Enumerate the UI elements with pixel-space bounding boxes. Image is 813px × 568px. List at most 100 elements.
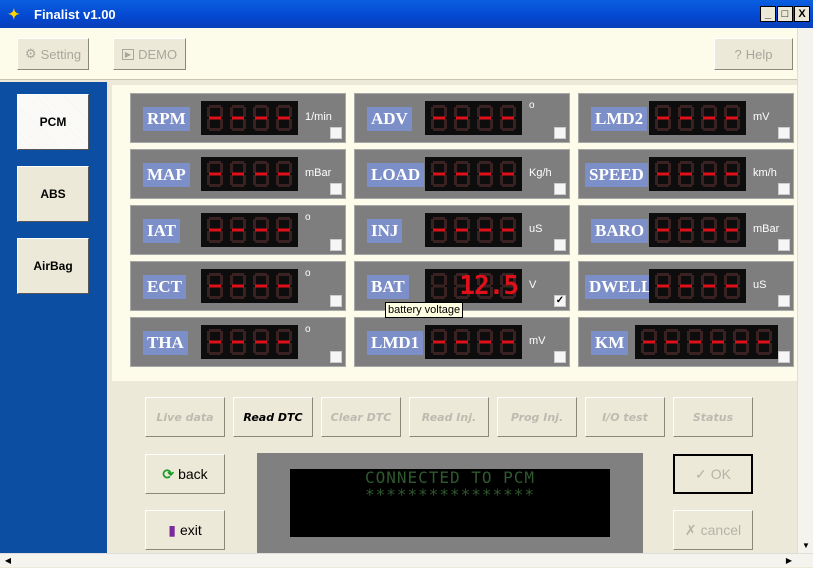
gauge-load: LOAD Kg/h xyxy=(354,149,570,199)
gauge-checkbox[interactable] xyxy=(554,183,566,195)
gauge-checkbox[interactable] xyxy=(778,239,790,251)
seven-segment-digit xyxy=(477,161,493,187)
digit-display xyxy=(201,101,298,135)
digit-display xyxy=(425,101,522,135)
lcd-line-1: CONNECTED TO PCM xyxy=(364,468,536,487)
gauge-checkbox[interactable] xyxy=(554,127,566,139)
gauge-checkbox[interactable] xyxy=(554,351,566,363)
gauge-label: SPEED xyxy=(585,163,648,187)
gauge-unit: mV xyxy=(529,335,546,347)
seven-segment-digit xyxy=(724,161,740,187)
function-live-data-button[interactable]: Live data xyxy=(145,397,225,437)
gauge-dwell: DWELL uS xyxy=(578,261,794,311)
digit-display xyxy=(201,157,298,191)
vertical-scrollbar[interactable]: ▼ xyxy=(797,28,813,553)
gauge-label: MAP xyxy=(143,163,190,187)
seven-segment-digit xyxy=(687,329,703,355)
gauge-label: BAT xyxy=(367,275,409,299)
seven-segment-digit xyxy=(724,105,740,131)
function-read-inj-button[interactable]: Read Inj. xyxy=(409,397,489,437)
function-read-dtc-button[interactable]: Read DTC xyxy=(233,397,313,437)
toolbar: ⚙ Setting ▶ DEMO ? Help xyxy=(0,28,813,80)
seven-segment-digit xyxy=(230,273,246,299)
function-status-button[interactable]: Status xyxy=(673,397,753,437)
setting-button[interactable]: ⚙ Setting xyxy=(17,38,89,70)
gauge-label: ADV xyxy=(367,107,412,131)
gauge-checkbox[interactable] xyxy=(330,239,342,251)
gauge-unit: km/h xyxy=(753,167,777,179)
gauge-checkbox[interactable] xyxy=(330,127,342,139)
cancel-x-icon: ✗ xyxy=(684,521,697,538)
scroll-right-arrow[interactable]: ▶ xyxy=(781,554,797,568)
gauge-checkbox[interactable] xyxy=(554,239,566,251)
gauge-checkbox[interactable] xyxy=(778,295,790,307)
play-icon: ▶ xyxy=(121,48,135,60)
digit-display xyxy=(649,101,746,135)
horizontal-scrollbar[interactable]: ◀ ▶ xyxy=(0,553,813,567)
back-button[interactable]: ⟳ back xyxy=(145,454,225,494)
seven-segment-digit xyxy=(207,161,223,187)
seven-segment-digit xyxy=(276,329,292,355)
module-airbag-button[interactable]: AirBag xyxy=(17,238,89,294)
gauge-unit: o xyxy=(529,100,535,111)
gauge-unit: V xyxy=(529,279,537,291)
gauge-lmd1: LMD1 mV xyxy=(354,317,570,367)
gauge-checkbox[interactable]: ✓ xyxy=(554,295,566,307)
gauge-unit: mV xyxy=(753,111,770,123)
gauge-label: LOAD xyxy=(367,163,425,187)
seven-segment-digit xyxy=(678,105,694,131)
seven-segment-digit xyxy=(500,161,516,187)
module-pcm-button[interactable]: PCM xyxy=(17,94,89,150)
seven-segment-digit xyxy=(253,105,269,131)
gauge-checkbox[interactable] xyxy=(778,351,790,363)
exit-door-icon: ▮ xyxy=(168,521,176,538)
seven-segment-digit xyxy=(641,329,657,355)
seven-segment-digit xyxy=(431,217,447,243)
exit-button[interactable]: ▮ exit xyxy=(145,510,225,550)
help-button[interactable]: ? Help xyxy=(714,38,793,70)
seven-segment-digit xyxy=(756,329,772,355)
seven-segment-digit xyxy=(678,217,694,243)
digit-display xyxy=(425,157,522,191)
minimize-button[interactable]: _ xyxy=(760,6,776,22)
module-abs-button[interactable]: ABS xyxy=(17,166,89,222)
seven-segment-digit xyxy=(701,273,717,299)
ok-button[interactable]: ✓ OK xyxy=(673,454,753,494)
seven-segment-digit xyxy=(655,161,671,187)
gauge-checkbox[interactable] xyxy=(778,127,790,139)
function-prog-inj-button[interactable]: Prog Inj. xyxy=(497,397,577,437)
seven-segment-digit xyxy=(253,217,269,243)
help-icon: ? xyxy=(734,46,742,62)
seven-segment-digit xyxy=(701,105,717,131)
gauge-checkbox[interactable] xyxy=(330,351,342,363)
seven-segment-digit xyxy=(276,217,292,243)
scroll-left-arrow[interactable]: ◀ xyxy=(0,554,16,568)
seven-segment-digit xyxy=(733,329,749,355)
gauge-label: LMD2 xyxy=(591,107,648,131)
seven-segment-digit xyxy=(207,273,223,299)
seven-segment-digit xyxy=(454,105,470,131)
gauge-iat: IAT o xyxy=(130,205,346,255)
gauge-label: THA xyxy=(143,331,188,355)
seven-segment-digit xyxy=(431,105,447,131)
gauge-unit: 1/min xyxy=(305,111,332,123)
function-i-o-test-button[interactable]: I/O test xyxy=(585,397,665,437)
close-button[interactable]: X xyxy=(794,6,810,22)
gauge-checkbox[interactable] xyxy=(330,295,342,307)
seven-segment-digit xyxy=(276,273,292,299)
digit-display xyxy=(635,325,778,359)
cancel-button[interactable]: ✗ cancel xyxy=(673,510,753,550)
gauge-checkbox[interactable] xyxy=(778,183,790,195)
gauge-adv: ADV o xyxy=(354,93,570,143)
gauge-checkbox[interactable] xyxy=(330,183,342,195)
demo-button[interactable]: ▶ DEMO xyxy=(113,38,186,70)
digit-display xyxy=(649,157,746,191)
digit-display: 12.5 xyxy=(425,269,522,303)
scroll-down-arrow[interactable]: ▼ xyxy=(798,539,813,553)
function-clear-dtc-button[interactable]: Clear DTC xyxy=(321,397,401,437)
seven-segment-digit xyxy=(431,273,447,299)
maximize-button[interactable]: □ xyxy=(777,6,793,22)
gauge-unit: mBar xyxy=(753,223,780,235)
gauge-unit: o xyxy=(305,212,311,223)
seven-segment-digit xyxy=(253,161,269,187)
